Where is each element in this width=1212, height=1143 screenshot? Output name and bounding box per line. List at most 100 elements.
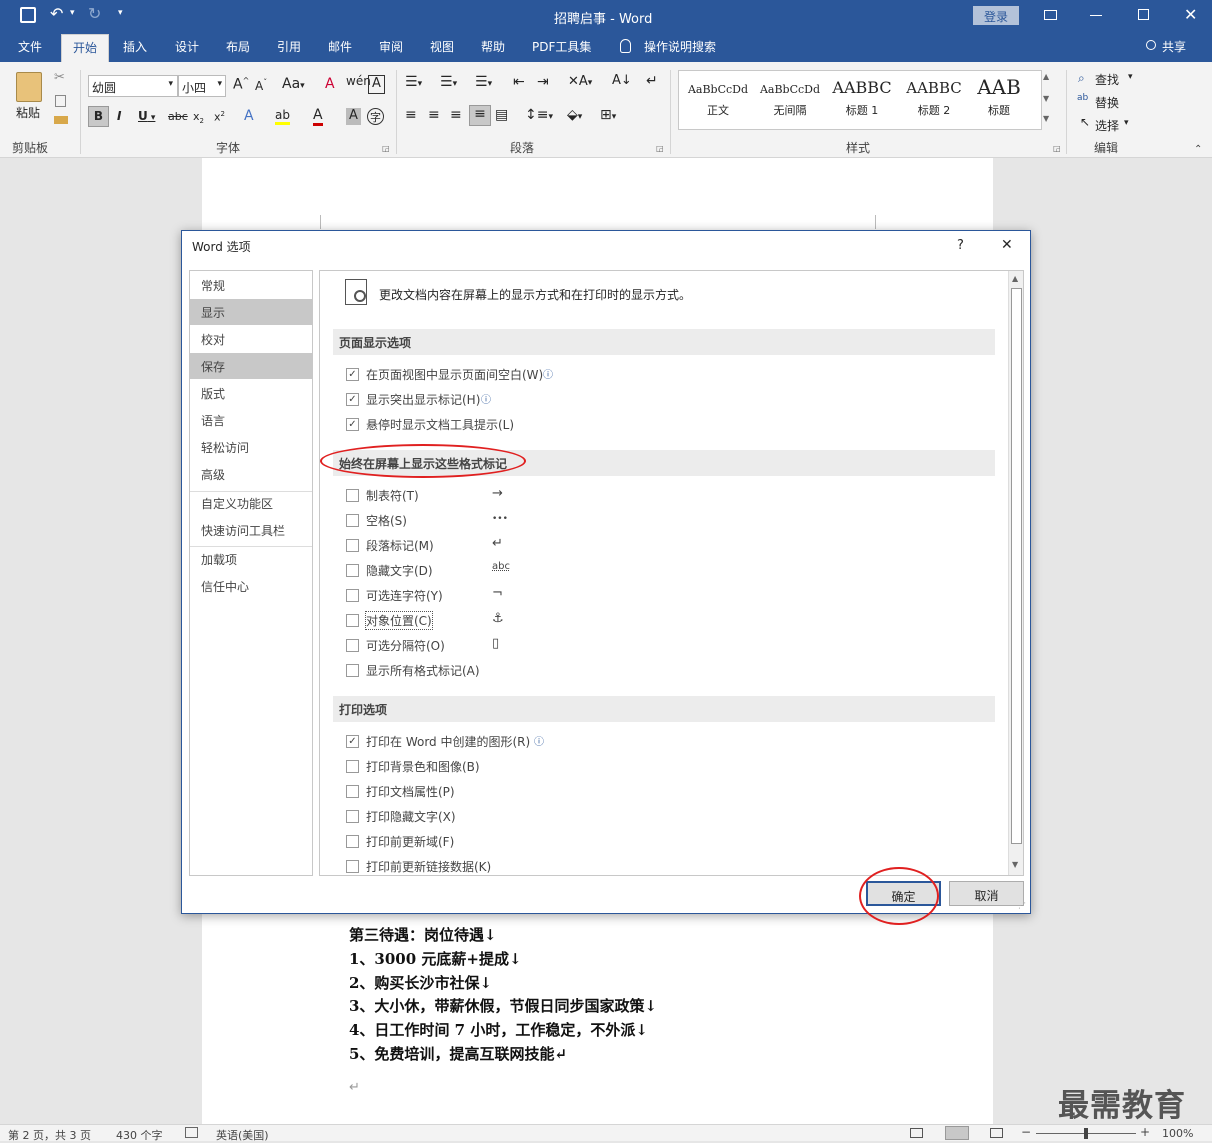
maximize-icon[interactable]: [1138, 9, 1149, 20]
checkbox[interactable]: [346, 860, 359, 873]
zoom-slider[interactable]: [1036, 1128, 1136, 1139]
align-right-icon[interactable]: ≡: [450, 107, 462, 123]
enclose-characters-icon[interactable]: 字: [367, 108, 384, 125]
scroll-up-icon[interactable]: ▲: [1012, 274, 1018, 283]
nav-display[interactable]: 显示: [190, 299, 312, 325]
checkbox[interactable]: ✓: [346, 393, 359, 406]
numbering-icon[interactable]: ☰▾: [440, 74, 457, 90]
style-title[interactable]: AAB 标题: [971, 75, 1027, 125]
copy-icon[interactable]: [55, 95, 66, 107]
chinese-layout-icon[interactable]: ✕A▾: [568, 74, 592, 89]
checkbox[interactable]: [346, 760, 359, 773]
customize-quick-access-icon[interactable]: ▾: [118, 8, 123, 18]
find-icon[interactable]: ⌕: [1078, 71, 1085, 86]
close-window-icon[interactable]: ✕: [1184, 5, 1197, 24]
nav-general[interactable]: 常规: [190, 272, 312, 298]
tab-help[interactable]: 帮助: [481, 38, 505, 55]
checkbox[interactable]: [346, 614, 359, 627]
tab-layout[interactable]: 布局: [226, 38, 250, 55]
scrollbar[interactable]: ▲ ▼: [1008, 271, 1023, 875]
undo-icon[interactable]: ↶: [50, 4, 63, 23]
tab-view[interactable]: 视图: [430, 38, 454, 55]
checkbox[interactable]: [346, 564, 359, 577]
paragraph-dialog-launcher-icon[interactable]: ◲: [656, 144, 664, 153]
nav-proofing[interactable]: 校对: [190, 326, 312, 352]
checkbox[interactable]: [346, 785, 359, 798]
save-icon[interactable]: [20, 7, 36, 23]
character-border-icon[interactable]: A: [368, 75, 385, 94]
print-layout-icon[interactable]: [945, 1126, 969, 1140]
dialog-help-button[interactable]: ?: [957, 238, 964, 253]
shading-icon[interactable]: ⬙▾: [567, 107, 582, 123]
tab-mailings[interactable]: 邮件: [328, 38, 352, 55]
justify-icon[interactable]: ≡: [469, 105, 491, 126]
clear-formatting-icon[interactable]: A: [325, 76, 335, 92]
distributed-icon[interactable]: ▤: [495, 107, 508, 123]
style-heading-2[interactable]: AABBC 标题 2: [899, 75, 969, 125]
styles-scroll-down-icon[interactable]: ▼: [1043, 94, 1049, 103]
zoom-level[interactable]: 100%: [1162, 1127, 1193, 1140]
change-case-icon[interactable]: Aa▾: [282, 76, 305, 92]
sign-in-button[interactable]: 登录: [973, 6, 1019, 25]
nav-quick-access-toolbar[interactable]: 快速访问工具栏: [190, 517, 312, 543]
nav-accessibility[interactable]: 轻松访问: [190, 434, 312, 460]
replace-button[interactable]: 替换: [1095, 94, 1119, 111]
font-name-combobox[interactable]: 幼圆 ▾: [88, 75, 178, 97]
zoom-in-icon[interactable]: +: [1140, 1125, 1150, 1139]
line-spacing-icon[interactable]: ↕≡▾: [525, 107, 553, 123]
align-left-icon[interactable]: ≡: [405, 107, 417, 123]
checkbox[interactable]: [346, 489, 359, 502]
resize-grip-icon[interactable]: ⋰: [1018, 901, 1026, 910]
nav-advanced[interactable]: 高级: [190, 461, 312, 487]
nav-typography[interactable]: 版式: [190, 380, 312, 406]
checkbox[interactable]: ✓: [346, 735, 359, 748]
cancel-button[interactable]: 取消: [949, 881, 1024, 906]
checkbox[interactable]: ✓: [346, 418, 359, 431]
nav-trust-center[interactable]: 信任中心: [190, 573, 312, 599]
style-no-spacing[interactable]: AaBbCcDd 无间隔: [755, 75, 825, 125]
bold-icon[interactable]: B: [88, 106, 109, 127]
minimize-icon[interactable]: [1090, 15, 1102, 16]
strikethrough-icon[interactable]: abc: [168, 110, 188, 123]
increase-indent-icon[interactable]: ⇥: [537, 74, 549, 90]
bullets-icon[interactable]: ☰▾: [405, 74, 422, 90]
cut-icon[interactable]: ✂: [54, 70, 65, 85]
collapse-ribbon-icon[interactable]: ⌃: [1194, 144, 1202, 155]
tab-home[interactable]: 开始: [61, 34, 110, 62]
proofing-icon[interactable]: [185, 1127, 198, 1138]
font-color-icon[interactable]: A: [313, 107, 323, 126]
tab-references[interactable]: 引用: [277, 38, 301, 55]
font-dialog-launcher-icon[interactable]: ◲: [382, 144, 390, 153]
tab-file[interactable]: 文件: [18, 38, 42, 55]
checkbox[interactable]: [346, 514, 359, 527]
tab-insert[interactable]: 插入: [123, 38, 147, 55]
checkbox[interactable]: [346, 810, 359, 823]
find-dropdown-icon[interactable]: ▾: [1128, 72, 1133, 82]
paste-button-label[interactable]: 粘贴: [16, 104, 40, 121]
tab-review[interactable]: 审阅: [379, 38, 403, 55]
decrease-indent-icon[interactable]: ⇤: [513, 74, 525, 90]
ribbon-display-options-icon[interactable]: [1044, 10, 1057, 20]
font-size-combobox[interactable]: 小四 ▾: [178, 75, 226, 97]
undo-dropdown-icon[interactable]: ▾: [70, 8, 75, 18]
styles-scroll-up-icon[interactable]: ▲: [1043, 72, 1049, 81]
styles-more-icon[interactable]: ▼: [1043, 114, 1049, 123]
nav-add-ins[interactable]: 加载项: [190, 546, 312, 572]
multilevel-list-icon[interactable]: ☰▾: [475, 74, 492, 90]
read-mode-icon[interactable]: [910, 1128, 923, 1138]
nav-customize-ribbon[interactable]: 自定义功能区: [190, 490, 312, 516]
paste-icon[interactable]: [16, 72, 42, 102]
scrollbar-thumb[interactable]: [1011, 288, 1022, 844]
nav-language[interactable]: 语言: [190, 407, 312, 433]
italic-icon[interactable]: I: [117, 109, 121, 123]
sort-icon[interactable]: A↓: [612, 73, 632, 88]
share-button[interactable]: 共享: [1162, 38, 1186, 55]
style-normal[interactable]: AaBbCcDd 正文: [683, 75, 753, 125]
subscript-icon[interactable]: x2: [193, 110, 204, 125]
dialog-close-button[interactable]: ✕: [1001, 237, 1013, 253]
scroll-down-icon[interactable]: ▼: [1012, 860, 1018, 869]
tab-pdf-tools[interactable]: PDF工具集: [532, 38, 591, 55]
select-dropdown-icon[interactable]: ▾: [1124, 118, 1129, 128]
text-effects-icon[interactable]: A: [244, 108, 254, 124]
checkbox[interactable]: [346, 664, 359, 677]
